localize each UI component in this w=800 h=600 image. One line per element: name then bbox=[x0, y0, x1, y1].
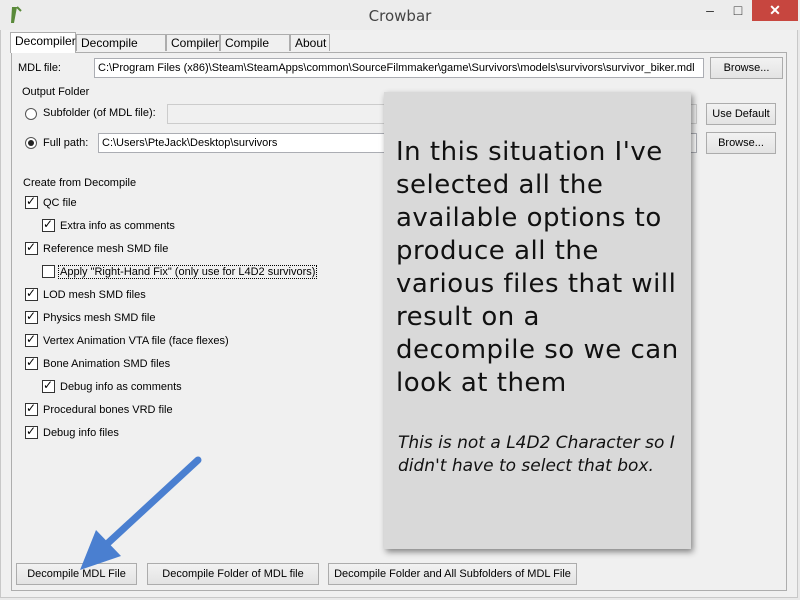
debug-info-files-checkbox[interactable] bbox=[25, 424, 38, 439]
decompile-mdl-file-button[interactable]: Decompile MDL File bbox=[16, 563, 137, 585]
reference-mesh-label: Reference mesh SMD file bbox=[43, 243, 169, 255]
mdl-browse-button[interactable]: Browse... bbox=[710, 57, 783, 79]
bone-animation-label: Bone Animation SMD files bbox=[43, 358, 171, 370]
reference-mesh-checkbox[interactable] bbox=[25, 240, 38, 255]
output-folder-group-label: Output Folder bbox=[22, 86, 90, 98]
decompile-all-subfolders-button[interactable]: Decompile Folder and All Subfolders of M… bbox=[328, 563, 577, 585]
annotation-note: In this situation I've selected all the … bbox=[384, 92, 691, 549]
tab-decompile-log[interactable]: Decompile Log bbox=[76, 34, 166, 67]
mdl-file-label: MDL file: bbox=[18, 62, 61, 74]
extra-info-checkbox[interactable] bbox=[42, 217, 55, 232]
window-title: Crowbar bbox=[368, 7, 432, 25]
debug-comments-checkbox[interactable] bbox=[42, 378, 55, 393]
decompile-folder-button[interactable]: Decompile Folder of MDL file bbox=[147, 563, 319, 585]
lod-mesh-checkbox[interactable] bbox=[25, 286, 38, 301]
physics-mesh-label: Physics mesh SMD file bbox=[43, 312, 156, 324]
annotation-aside-text: This is not a L4D2 Character so I didn't… bbox=[398, 433, 675, 476]
qc-file-checkbox[interactable] bbox=[25, 194, 38, 209]
bone-animation-checkbox[interactable] bbox=[25, 355, 38, 370]
tab-about[interactable]: About bbox=[290, 34, 330, 51]
vertex-animation-label: Vertex Animation VTA file (face flexes) bbox=[43, 335, 229, 347]
full-path-label: Full path: bbox=[43, 137, 89, 149]
minimize-button[interactable]: – bbox=[696, 0, 724, 21]
full-path-browse-button[interactable]: Browse... bbox=[706, 132, 776, 154]
annotation-main-text: In this situation I've selected all the … bbox=[396, 137, 679, 398]
tab-compiler[interactable]: Compiler bbox=[166, 34, 220, 51]
procedural-bones-checkbox[interactable] bbox=[25, 401, 38, 416]
debug-comments-label: Debug info as comments bbox=[60, 381, 182, 393]
right-hand-fix-checkbox[interactable] bbox=[42, 265, 55, 278]
physics-mesh-checkbox[interactable] bbox=[25, 309, 38, 324]
close-button[interactable]: ✕ bbox=[752, 0, 798, 21]
right-hand-fix-label: Apply "Right-Hand Fix" (only use for L4D… bbox=[58, 265, 318, 279]
maximize-button[interactable]: □ bbox=[724, 0, 752, 21]
extra-info-label: Extra info as comments bbox=[60, 220, 175, 232]
subfolder-label: Subfolder (of MDL file): bbox=[43, 107, 156, 119]
lod-mesh-label: LOD mesh SMD files bbox=[43, 289, 146, 301]
vertex-animation-checkbox[interactable] bbox=[25, 332, 38, 347]
qc-file-label: QC file bbox=[43, 197, 77, 209]
procedural-bones-label: Procedural bones VRD file bbox=[43, 404, 173, 416]
tab-compile-log[interactable]: Compile Log bbox=[220, 34, 290, 67]
mdl-file-input[interactable]: C:\Program Files (x86)\Steam\SteamApps\c… bbox=[94, 58, 704, 78]
create-group-label: Create from Decompile bbox=[23, 177, 137, 189]
full-path-radio[interactable] bbox=[25, 137, 37, 149]
debug-info-files-label: Debug info files bbox=[43, 427, 119, 439]
title-bar: Crowbar – □ ✕ bbox=[0, 0, 800, 30]
tab-decompiler[interactable]: Decompiler bbox=[10, 32, 76, 53]
use-default-button[interactable]: Use Default bbox=[706, 103, 776, 125]
subfolder-radio[interactable] bbox=[25, 108, 37, 120]
